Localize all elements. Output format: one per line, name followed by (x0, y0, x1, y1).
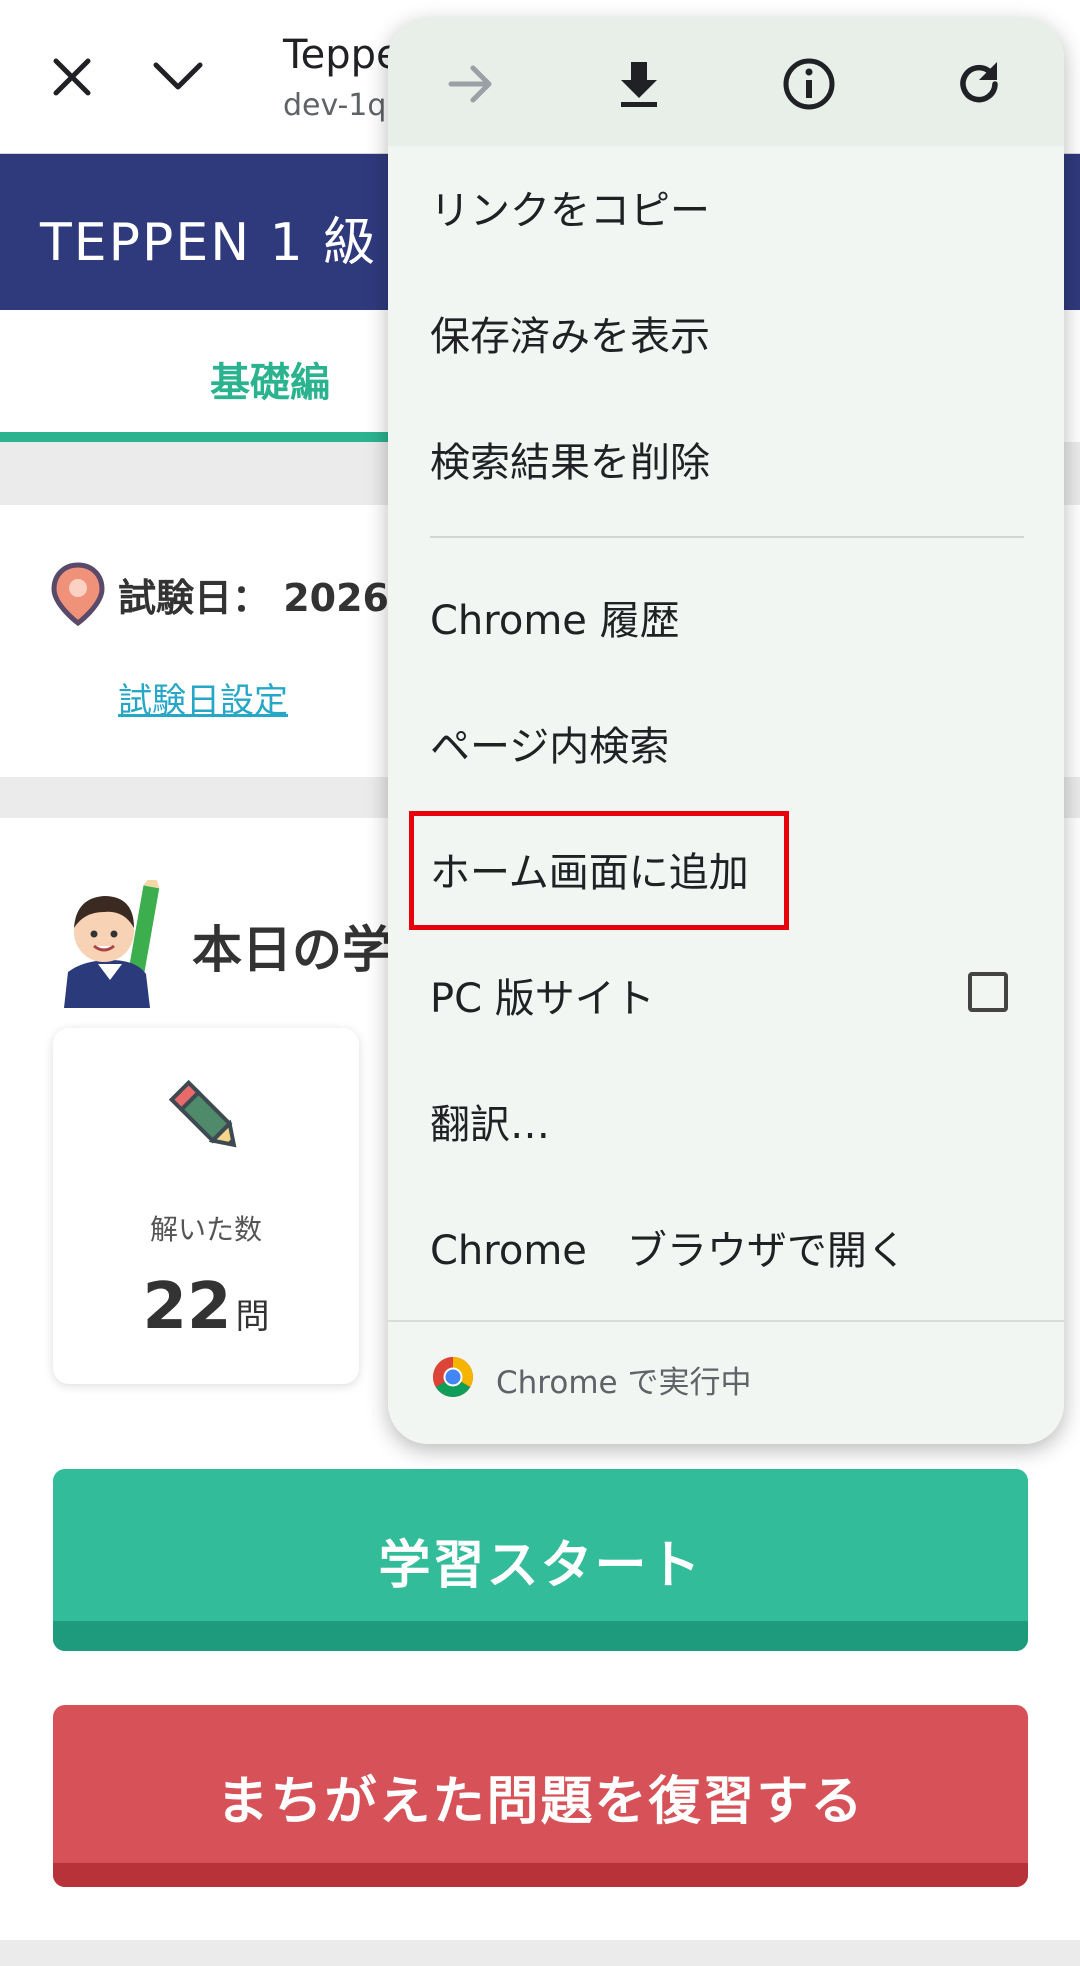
refresh-icon[interactable] (943, 48, 1015, 120)
location-pin-icon (50, 561, 106, 631)
review-mistakes-button[interactable]: まちがえた問題を復習する (53, 1705, 1028, 1887)
chrome-logo-icon (432, 1356, 474, 1402)
running-in-chrome-text: Chrome で実行中 (496, 1364, 752, 1401)
pencil-icon (165, 1076, 249, 1164)
today-study-heading: 本日の学 (192, 921, 392, 979)
info-icon[interactable] (773, 48, 845, 120)
menu-footer-divider (388, 1320, 1064, 1322)
menu-item-show-saved[interactable]: 保存済みを表示 (430, 304, 710, 362)
desktop-site-checkbox[interactable] (968, 972, 1008, 1012)
menu-item-translate[interactable]: 翻訳… (430, 1092, 550, 1150)
exam-date-settings-link[interactable]: 試験日設定 (118, 673, 288, 722)
menu-item-find-in-page[interactable]: ページ内検索 (430, 714, 669, 772)
start-study-label: 学習スタート (378, 1536, 703, 1596)
avatar (54, 871, 166, 1008)
solved-count-value: 22 問 (53, 1270, 359, 1344)
page-title: Teppe (283, 32, 401, 78)
download-icon[interactable] (603, 48, 675, 120)
site-title: TEPPEN 1 級 (40, 213, 378, 273)
menu-footer: Chrome で実行中 (432, 1354, 751, 1404)
close-icon[interactable] (40, 45, 104, 109)
solved-count-label: 解いた数 (149, 1213, 262, 1246)
button-shadow (53, 1621, 1028, 1651)
overflow-menu: リンクをコピー 保存済みを表示 検索結果を削除 Chrome 履歴 ページ内検索… (388, 18, 1064, 1444)
exam-date-label: 試験日： 2026 (118, 576, 389, 620)
menu-icon-row (388, 18, 1064, 146)
start-study-button[interactable]: 学習スタート (53, 1469, 1028, 1651)
menu-item-clear-search[interactable]: 検索結果を削除 (430, 430, 710, 488)
review-mistakes-label: まちがえた問題を復習する (216, 1772, 865, 1832)
chevron-down-icon[interactable] (146, 45, 210, 109)
solved-count-number: 22 (142, 1270, 232, 1344)
menu-item-open-in-chrome[interactable]: Chrome ブラウザで開く (430, 1218, 907, 1276)
button-shadow (53, 1863, 1028, 1887)
page-url[interactable]: dev-1q. (283, 88, 396, 123)
highlight-annotation-box (409, 811, 789, 930)
solved-count-card: 解いた数 22 問 (53, 1028, 359, 1384)
menu-item-desktop-site[interactable]: PC 版サイト (430, 966, 655, 1024)
menu-divider (430, 536, 1024, 538)
menu-item-chrome-history[interactable]: Chrome 履歴 (430, 588, 680, 646)
menu-item-copy-link[interactable]: リンクをコピー (430, 178, 710, 236)
solved-count-unit: 問 (235, 1297, 270, 1337)
forward-icon[interactable] (435, 48, 507, 120)
